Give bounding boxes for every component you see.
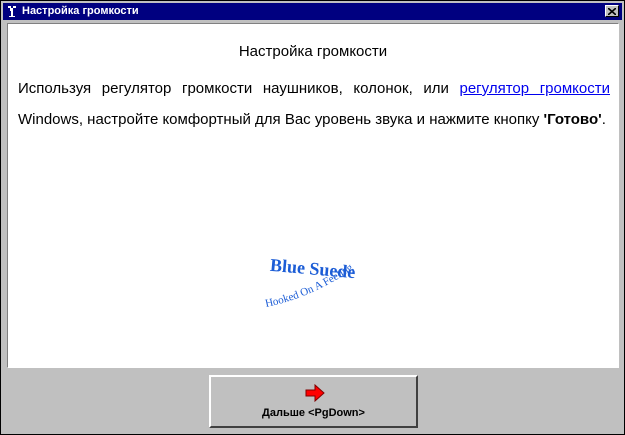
app-icon [8,6,16,17]
blue-suede-logo: Hooked On A Feeling Blue Suede [264,255,356,310]
volume-control-link[interactable]: регулятор громкости [460,80,611,97]
instructions-text: Используя регулятор громкости наушников,… [18,73,610,135]
content-panel: Настройка громкости Используя регулятор … [7,23,619,368]
window-title: Настройка громкости [22,5,139,17]
close-button[interactable] [605,5,619,17]
next-button-label: Дальше <PgDown> [262,407,365,419]
instructions-part2: Windows, настройте комфортный для Вас ур… [18,111,544,128]
dialog-window: Настройка громкости Настройка громкости … [0,0,625,435]
done-keyword: 'Готово' [543,111,602,128]
instructions-end: . [601,111,606,128]
title-bar[interactable]: Настройка громкости [3,3,622,20]
logo-main-text: Blue Suede [269,255,356,282]
instructions-part1: Используя регулятор громкости наушников,… [18,80,460,97]
next-button[interactable]: Дальше <PgDown> [209,375,418,428]
close-icon [608,7,616,15]
arrow-right-icon [305,384,325,402]
page-heading: Настройка громкости [238,43,388,60]
